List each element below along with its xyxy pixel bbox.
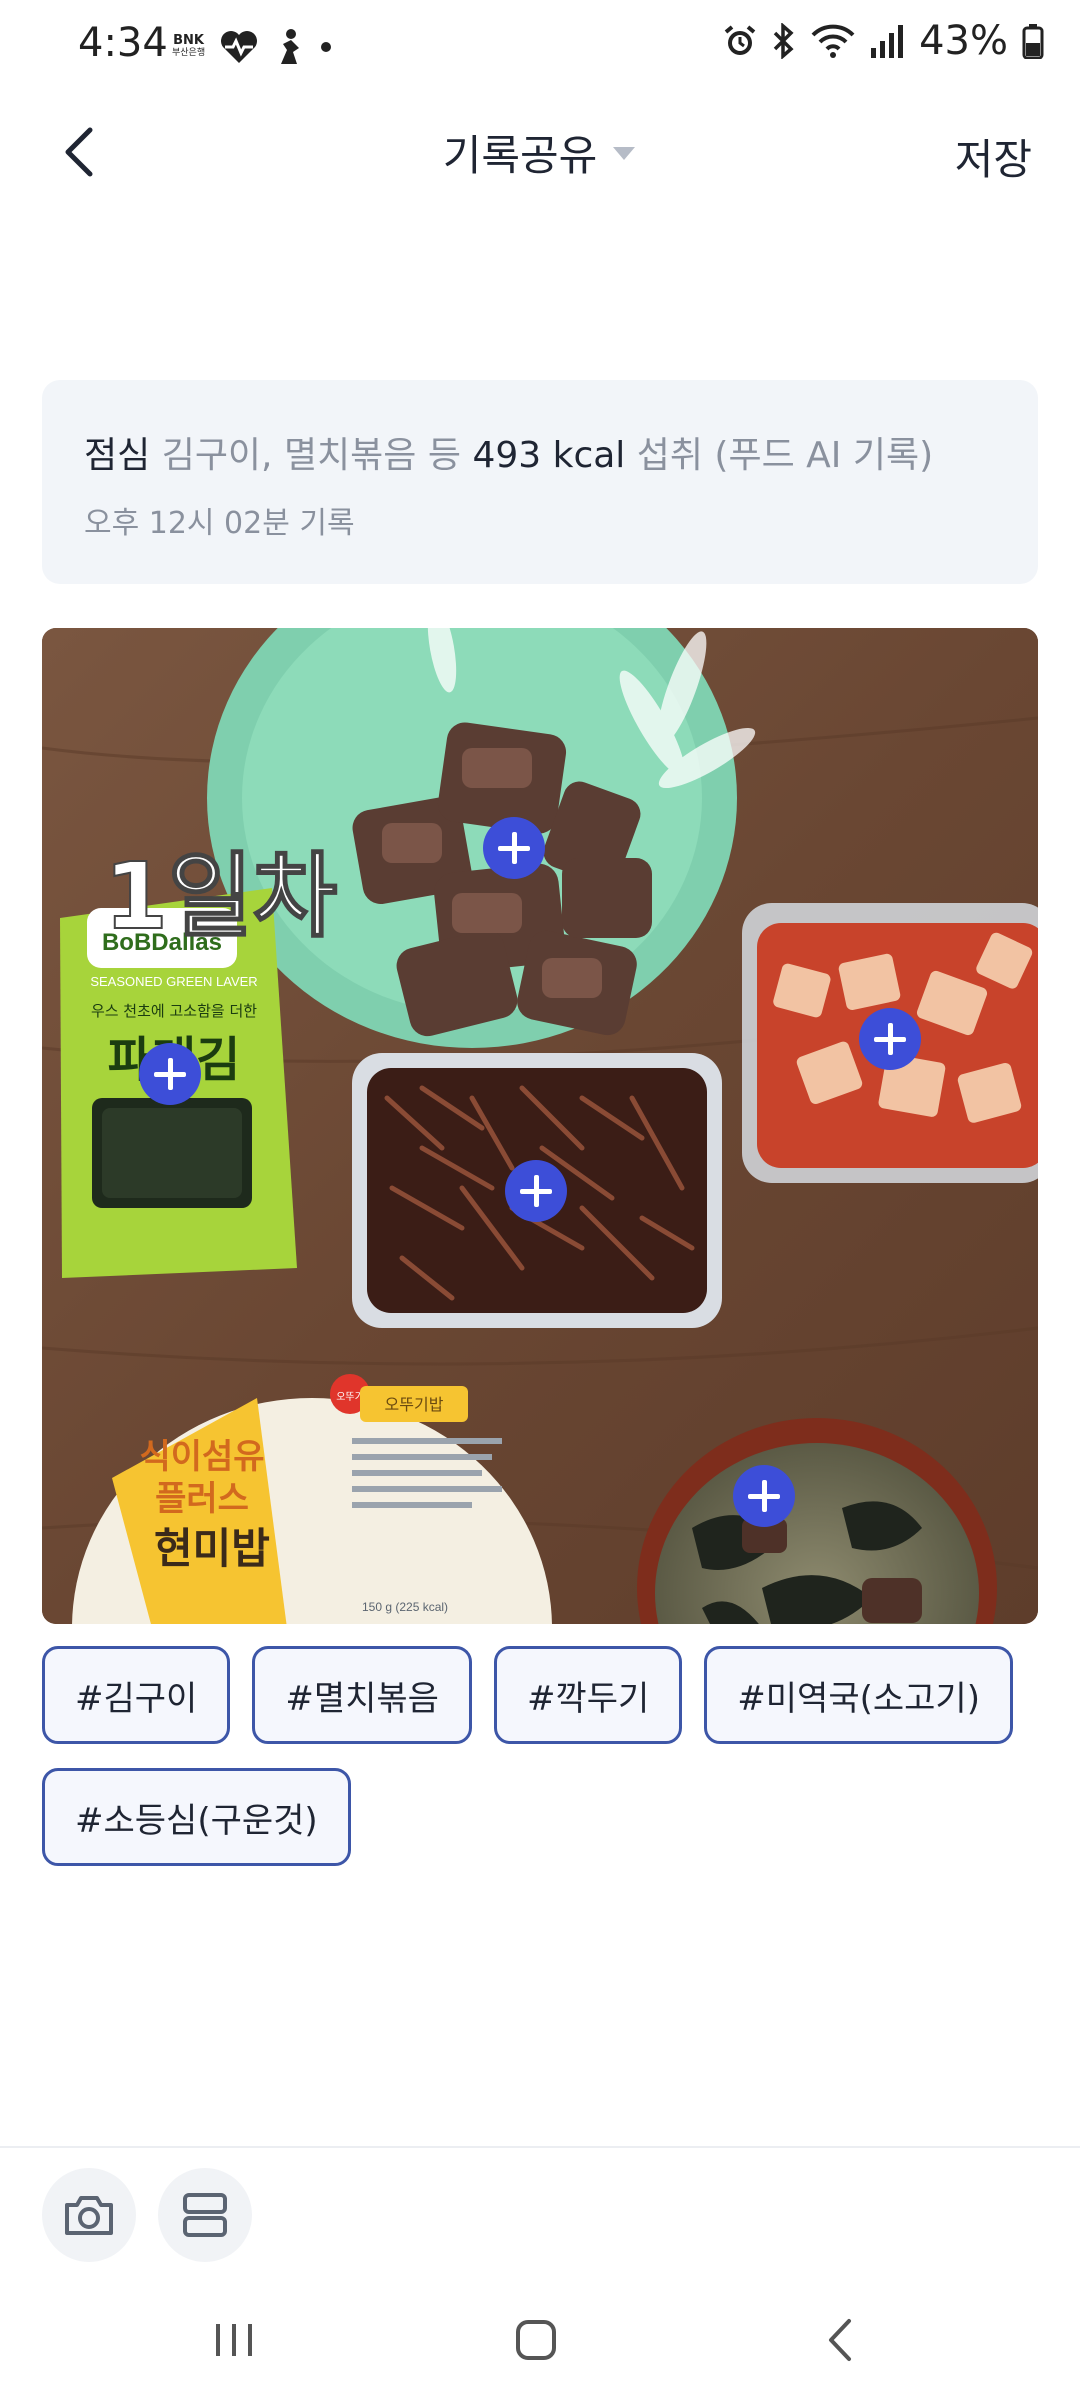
battery-icon	[1022, 24, 1044, 59]
record-time: 오후 12시 02분 기록	[84, 506, 355, 541]
layout-icon	[183, 2193, 227, 2237]
status-notification-icons: BNK 부산은행	[172, 28, 333, 66]
header: 기록공유 저장	[0, 92, 1080, 220]
title-dropdown[interactable]: 기록공유	[0, 122, 1080, 183]
rice-line1: 식이섬유	[139, 1437, 264, 1477]
alarm-icon	[724, 25, 756, 55]
camera-button[interactable]	[42, 2168, 136, 2262]
rice-line2: 플러스	[155, 1479, 249, 1519]
camera-icon	[65, 2196, 113, 2235]
rice-line3: 현미밥	[154, 1524, 270, 1573]
rice-tag: 오뚜기밥	[385, 1395, 444, 1414]
meal-photo-illustration: BoBDallas SEASONED GREEN LAVER 우스 천초에 고소…	[42, 628, 1038, 1624]
summary-foods: 김구이, 멸치볶음 등	[150, 435, 473, 476]
add-food-button-anchovy[interactable]	[505, 1160, 567, 1222]
rice-brand: 오뚜기	[336, 1391, 364, 1403]
add-food-button-beef[interactable]	[483, 817, 545, 879]
system-back-icon	[829, 2319, 851, 2361]
food-tags: #김구이 #멸치볶음 #깍두기 #미역국(소고기) #소등심(구운것)	[42, 1646, 1042, 1866]
photo-overlay-text: 1일차	[104, 843, 337, 950]
bank-badge-line1: BNK	[173, 33, 204, 48]
meal-type: 점심	[84, 435, 151, 476]
status-right: 43%	[723, 18, 1044, 64]
page-title: 기록공유	[442, 131, 598, 180]
food-tag[interactable]: #소등심(구운것)	[42, 1768, 351, 1866]
food-tag[interactable]: #멸치볶음	[252, 1646, 472, 1744]
meal-summary-card: 점심 김구이, 멸치볶음 등 493 kcal 섭취 (푸드 AI 기록) 오후…	[42, 380, 1038, 584]
status-time: 4:34	[78, 20, 168, 66]
seaweed-slogan: 우스 천초에 고소함을 더한	[91, 1002, 257, 1020]
signal-icon	[871, 25, 904, 58]
home-icon	[516, 2320, 556, 2360]
summary-suffix: 섭취 (푸드 AI 기록)	[625, 435, 934, 476]
status-bar: 4:34 BNK 부산은행 43%	[0, 0, 1080, 92]
bank-app-icon: BNK 부산은행	[172, 34, 205, 60]
recent-apps-icon	[216, 2324, 252, 2356]
dot-icon	[321, 42, 332, 52]
food-tag[interactable]: #깍두기	[493, 1646, 683, 1744]
food-tag[interactable]: #김구이	[42, 1646, 231, 1744]
seaweed-english: SEASONED GREEN LAVER	[90, 974, 257, 989]
bluetooth-icon	[773, 23, 794, 59]
system-back-button[interactable]	[800, 2310, 880, 2370]
summary-line: 점심 김구이, 멸치볶음 등 493 kcal 섭취 (푸드 AI 기록)	[84, 426, 933, 478]
rice-weight: 150 g (225 kcal)	[362, 1600, 448, 1614]
bottom-toolbar	[0, 2146, 1080, 2262]
fitness-person-icon	[281, 29, 300, 64]
add-food-button-kkakdugi[interactable]	[859, 1008, 921, 1070]
recent-apps-button[interactable]	[194, 2310, 274, 2370]
bank-badge-line2: 부산은행	[172, 48, 206, 58]
battery-percent: 43%	[919, 18, 1008, 64]
add-food-button-seaweed[interactable]	[139, 1043, 201, 1105]
add-food-button-soup[interactable]	[733, 1465, 795, 1527]
heart-health-icon	[221, 31, 258, 63]
meal-photo: BoBDallas SEASONED GREEN LAVER 우스 천초에 고소…	[42, 628, 1038, 1624]
system-navigation-bar	[0, 2270, 1080, 2400]
layout-button[interactable]	[158, 2168, 252, 2262]
save-button[interactable]: 저장	[955, 126, 1032, 187]
wifi-icon	[811, 24, 855, 58]
caret-down-icon	[613, 146, 636, 160]
food-tag[interactable]: #미역국(소고기)	[704, 1646, 1013, 1744]
home-button[interactable]	[496, 2310, 576, 2370]
summary-kcal: 493 kcal	[472, 435, 626, 476]
